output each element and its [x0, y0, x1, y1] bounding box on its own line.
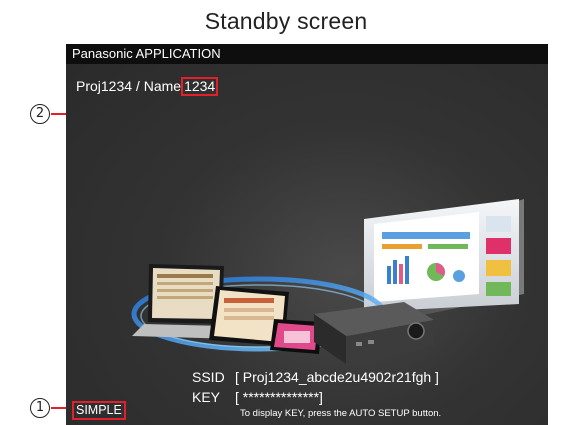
- callout-1-marker: 1: [30, 398, 50, 418]
- mode-indicator: SIMPLE: [72, 401, 126, 420]
- projector-device: [314, 302, 434, 364]
- callout-2-number: 2: [35, 106, 45, 121]
- devices-projector-illustration: [131, 199, 524, 364]
- callout-2-marker: 2: [30, 104, 50, 124]
- network-info: SSID [ Proj1234_abcde2u4902r21fgh ] KEY [ …: [192, 367, 439, 407]
- app-header: Panasonic APPLICATION: [66, 44, 548, 64]
- auto-setup-hint: To display KEY, press the AUTO SETUP but…: [240, 408, 442, 419]
- ssid-label: SSID: [192, 369, 225, 385]
- page-caption: Standby screen: [204, 8, 368, 34]
- project-name: 1234: [184, 78, 216, 94]
- key-row: KEY [ **************]: [192, 387, 439, 407]
- ssid-row: SSID [ Proj1234_abcde2u4902r21fgh ]: [192, 367, 439, 387]
- page: Standby screen 2 1 Panasonic APPLICATION…: [0, 0, 572, 425]
- projected-screen: [364, 199, 519, 312]
- key-value: [ **************]: [235, 389, 323, 405]
- project-prefix: Proj1234 / Name: [76, 78, 182, 94]
- callout-1-number: 1: [35, 400, 45, 415]
- project-name-highlight: 1234: [181, 77, 219, 96]
- key-label: KEY: [192, 389, 221, 405]
- standby-screen: Panasonic APPLICATION Proj1234 / Name 123…: [66, 44, 548, 425]
- project-line: Proj1234 / Name 1234: [76, 77, 219, 96]
- ssid-value: [ Proj1234_abcde2u4902r21fgh ]: [235, 369, 439, 385]
